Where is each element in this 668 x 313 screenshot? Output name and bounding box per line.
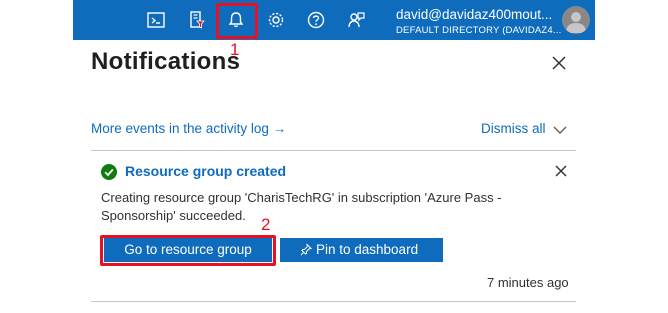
settings-gear-icon[interactable] <box>262 6 290 34</box>
avatar[interactable] <box>562 6 590 34</box>
user-directory[interactable]: DEFAULT DIRECTORY (DAVIDAZ4... <box>396 25 562 36</box>
go-to-resource-group-button[interactable]: Go to resource group <box>104 238 272 262</box>
success-check-icon <box>101 164 117 180</box>
feedback-icon[interactable] <box>342 6 370 34</box>
help-question-icon[interactable] <box>302 6 330 34</box>
notification-timestamp: 7 minutes ago <box>487 275 569 290</box>
top-navigation-bar: david@davidaz400mout... DEFAULT DIRECTOR… <box>73 0 595 40</box>
pin-icon <box>300 243 312 256</box>
dismiss-all-button[interactable]: Dismiss all <box>481 121 546 136</box>
activity-log-link[interactable]: More events in the activity log → <box>91 121 286 136</box>
chevron-down-icon[interactable] <box>552 123 568 135</box>
user-email[interactable]: david@davidaz400mout... <box>396 7 564 22</box>
page-title: Notifications <box>91 48 241 75</box>
divider-top <box>91 150 576 151</box>
dismiss-notification-icon[interactable] <box>554 164 568 178</box>
notification-title[interactable]: Resource group created <box>125 163 286 179</box>
close-panel-icon[interactable] <box>549 53 569 73</box>
annotation-number-2: 2 <box>261 215 271 234</box>
notifications-bell-icon[interactable] <box>222 6 250 34</box>
pin-to-dashboard-label: Pin to dashboard <box>316 242 419 257</box>
notification-message: Creating resource group 'CharisTechRG' i… <box>101 190 502 223</box>
cloud-shell-icon[interactable] <box>142 6 170 34</box>
divider-bottom <box>91 301 576 302</box>
directory-filter-icon[interactable] <box>182 6 210 34</box>
